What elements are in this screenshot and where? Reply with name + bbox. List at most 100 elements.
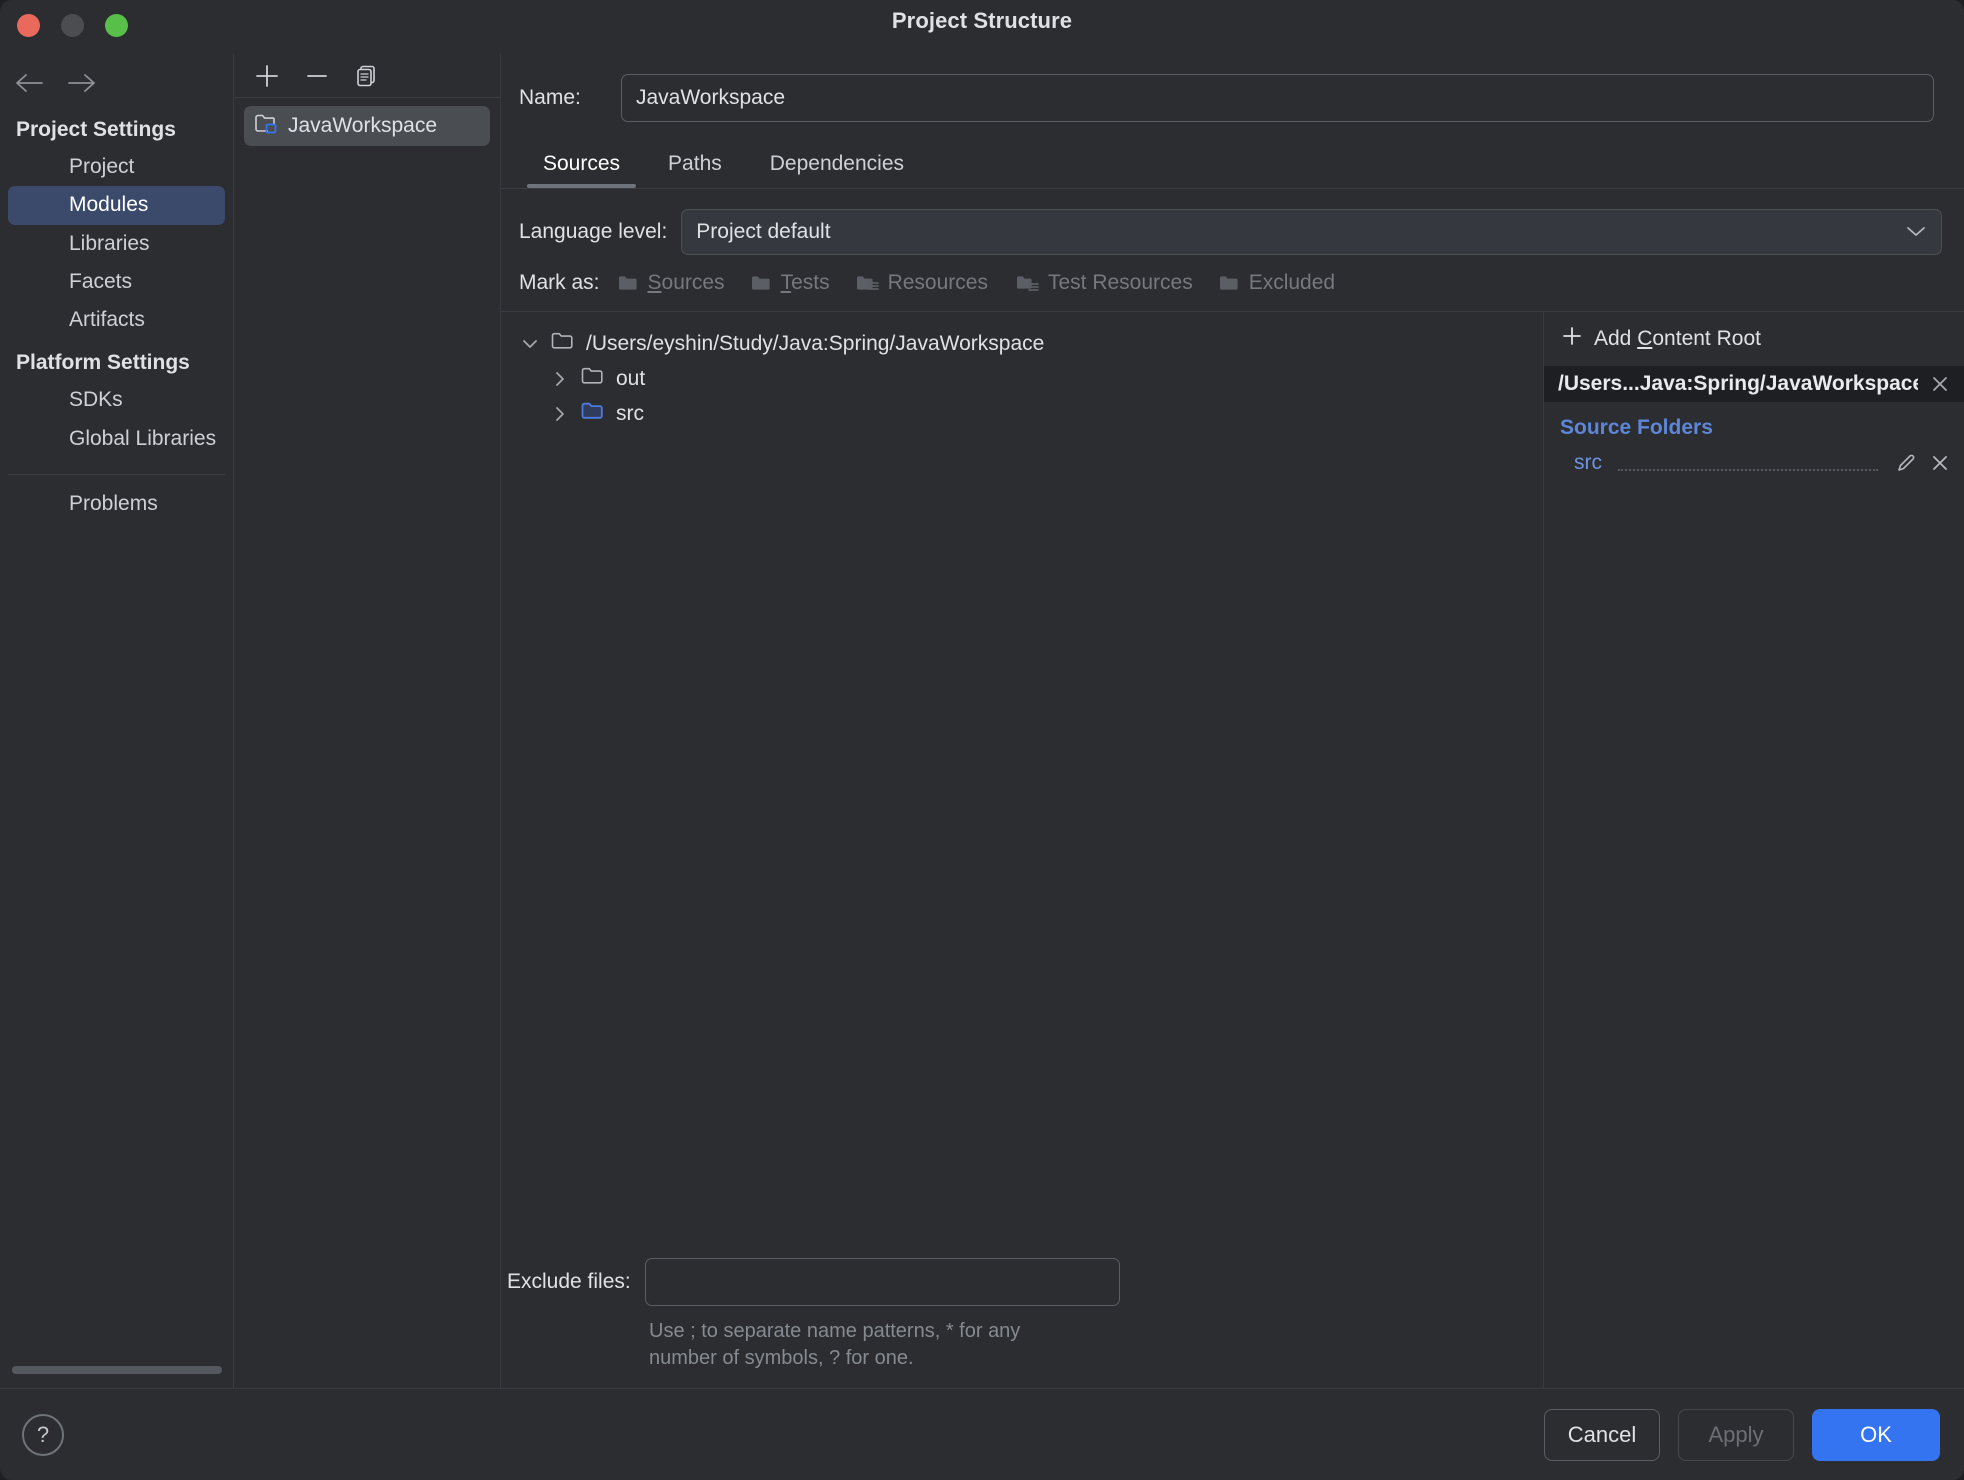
window-title: Project Structure (891, 8, 1073, 33)
mark-as-tests-mnemonic: T (780, 271, 792, 294)
sidebar-item-problems[interactable]: Problems (8, 485, 225, 523)
mark-as-test-resources-label: Test Resources (1047, 271, 1193, 294)
chevron-down-icon[interactable] (519, 337, 541, 351)
apply-button[interactable]: Apply (1678, 1408, 1794, 1461)
tab-sources[interactable]: Sources (519, 144, 644, 188)
list-item-label: JavaWorkspace (288, 114, 438, 137)
arrow-left-icon[interactable] (14, 68, 44, 98)
mark-as-excluded-button[interactable]: Excluded (1219, 271, 1335, 295)
mark-as-sources-button[interactable]: Sources (618, 271, 725, 295)
help-button[interactable]: ? (22, 1413, 64, 1456)
folder-icon (581, 366, 606, 392)
folder-resources-icon (856, 274, 880, 292)
sidebar-item-libraries[interactable]: Libraries (8, 225, 225, 263)
sidebar-divider (8, 473, 225, 475)
plus-icon[interactable] (246, 58, 288, 94)
close-icon[interactable] (1928, 372, 1952, 396)
module-folder-icon (254, 112, 278, 140)
exclude-files-hint: Use ; to separate name patterns, * for a… (649, 1320, 1021, 1369)
plus-icon (1560, 324, 1584, 354)
language-level-row: Language level: Project default (501, 189, 1964, 255)
cancel-button[interactable]: Cancel (1544, 1408, 1660, 1461)
title-bar: Project Structure (0, 0, 1964, 54)
ok-button[interactable]: OK (1812, 1408, 1940, 1461)
chevron-right-icon[interactable] (549, 370, 571, 388)
dialog-body: Project Settings Project Modules Librari… (0, 54, 1964, 1388)
sidebar-item-modules[interactable]: Modules (8, 186, 225, 225)
sidebar-item-sdks[interactable]: SDKs (8, 381, 225, 419)
exclude-files-label: Exclude files: (507, 1270, 631, 1293)
source-folders-title: Source Folders (1560, 416, 1713, 439)
mark-as-tests-label: ests (791, 271, 830, 294)
name-label: Name: (519, 86, 581, 109)
sidebar-horizontal-scrollbar[interactable] (12, 1366, 222, 1374)
folder-tests-icon (751, 274, 773, 292)
mark-as-row: Mark as: Sources Tests Resources Test Re… (501, 255, 1964, 295)
modules-list-panel: JavaWorkspace (233, 54, 501, 1388)
platform-settings-header: Platform Settings (16, 351, 190, 375)
chevron-down-icon (1905, 220, 1927, 244)
project-structure-dialog: Project Structure Project Settings Proje… (0, 0, 1964, 1480)
close-icon[interactable] (1928, 451, 1952, 475)
modules-toolbar (234, 54, 500, 98)
language-level-label: Language level: (519, 220, 668, 243)
source-folder-name: src (1574, 451, 1602, 474)
tree-row[interactable]: out (501, 361, 1543, 396)
exclude-files-row: Exclude files: (507, 1258, 1527, 1306)
tree-row-label: src (616, 401, 644, 425)
directory-tree: /Users/eyshin/Study/Java:Spring/JavaWork… (501, 312, 1543, 1258)
language-level-select[interactable]: Project default (681, 209, 1942, 255)
add-content-root-button[interactable]: Add Content Root (1544, 312, 1964, 366)
mark-as-tests-button[interactable]: Tests (751, 271, 830, 295)
tree-row-label: /Users/eyshin/Study/Java:Spring/JavaWork… (586, 331, 1045, 355)
tree-row-label: out (616, 366, 646, 390)
pencil-icon[interactable] (1894, 451, 1918, 475)
folder-test-resources-icon (1014, 274, 1040, 292)
folder-sources-icon (618, 274, 640, 292)
sidebar-item-artifacts[interactable]: Artifacts (8, 301, 225, 339)
dotted-separator (1618, 455, 1878, 471)
mark-as-resources-label: Resources (887, 271, 988, 294)
mark-as-test-resources-button[interactable]: Test Resources (1014, 271, 1193, 295)
tab-dependencies[interactable]: Dependencies (746, 144, 928, 188)
list-item[interactable]: JavaWorkspace (244, 106, 490, 146)
sidebar-item-facets[interactable]: Facets (8, 263, 225, 301)
navigation-arrows (0, 54, 233, 112)
tree-row[interactable]: src (501, 396, 1543, 431)
module-editor-panel: Name: Sources Paths Dependencies Languag… (501, 54, 1964, 1388)
mark-as-sources-label: ources (661, 271, 725, 294)
module-tabs: Sources Paths Dependencies (501, 122, 1964, 189)
source-folder-row[interactable]: src (1544, 446, 1964, 480)
content-roots-pane: Add Content Root /Users...Java:Spring/Ja… (1544, 312, 1964, 1388)
copy-icon[interactable] (346, 58, 388, 94)
exclude-files-input[interactable] (644, 1258, 1120, 1306)
tab-paths[interactable]: Paths (644, 144, 746, 188)
add-content-root-prefix: Add (1594, 327, 1638, 350)
content-root-path: /Users...Java:Spring/JavaWorkspace (1558, 372, 1918, 395)
add-content-root-mnemonic: C (1637, 327, 1653, 350)
content-root-header[interactable]: /Users...Java:Spring/JavaWorkspace (1544, 366, 1964, 402)
directory-tree-pane: /Users/eyshin/Study/Java:Spring/JavaWork… (501, 312, 1544, 1388)
project-settings-header: Project Settings (16, 118, 176, 141)
add-content-root-suffix: ontent Root (1652, 327, 1761, 350)
language-level-value: Project default (696, 220, 831, 243)
dialog-footer: ? Cancel Apply OK (0, 1388, 1964, 1480)
arrow-right-icon[interactable] (66, 68, 96, 98)
sidebar-item-global-libraries[interactable]: Global Libraries (8, 420, 225, 458)
mark-as-resources-button[interactable]: Resources (856, 271, 988, 295)
module-name-input[interactable] (621, 74, 1934, 122)
mark-as-sources-mnemonic: S (647, 271, 662, 294)
sidebar-item-project[interactable]: Project (8, 148, 225, 186)
chevron-right-icon[interactable] (549, 405, 571, 423)
name-row: Name: (501, 54, 1964, 122)
settings-sidebar: Project Settings Project Modules Librari… (0, 54, 233, 1388)
mark-as-label: Mark as: (519, 271, 600, 294)
mark-as-excluded-label: Excluded (1248, 271, 1336, 294)
folder-icon (551, 331, 576, 357)
source-folder-icon (581, 401, 606, 427)
tree-row[interactable]: /Users/eyshin/Study/Java:Spring/JavaWork… (501, 326, 1543, 361)
folder-excluded-icon (1219, 274, 1241, 292)
minus-icon[interactable] (296, 58, 338, 94)
exclude-files-area: Exclude files: Use ; to separate name pa… (501, 1258, 1543, 1388)
sources-content-split: /Users/eyshin/Study/Java:Spring/JavaWork… (501, 311, 1964, 1388)
